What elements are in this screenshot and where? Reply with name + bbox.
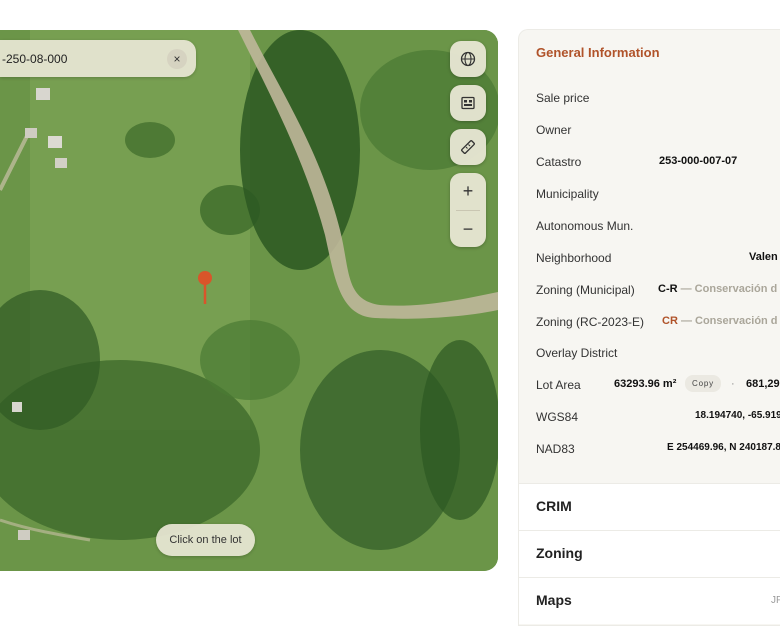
info-row-lot-area: Lot Area 63293.96 m² Copy · 681,29: [536, 375, 780, 398]
click-lot-hint: Click on the lot: [156, 524, 255, 556]
row-label: NAD83: [536, 442, 575, 456]
row-label: Autonomous Mun.: [536, 219, 634, 233]
info-row-sale-price: Sale price: [536, 91, 780, 111]
zoning-description: — Conservación d: [680, 283, 778, 295]
section-zoning[interactable]: Zoning: [519, 530, 780, 577]
measure-button[interactable]: [450, 129, 486, 165]
search-field[interactable]: -250-08-000 ×: [0, 40, 196, 77]
catastro-value: 253-000-007-07: [659, 155, 738, 167]
info-panel: General Information Sale price Owner Cat…: [518, 29, 780, 626]
info-row-neighborhood: Neighborhood Valen: [536, 251, 780, 271]
section-subtitle: JF: [771, 595, 780, 606]
row-label: WGS84: [536, 410, 579, 424]
row-label: Zoning (Municipal): [536, 283, 635, 297]
panel-title: General Information: [536, 45, 660, 60]
info-row-owner: Owner: [536, 123, 780, 143]
section-title: CRIM: [536, 498, 572, 514]
wgs84-value: 18.194740, -65.919: [695, 410, 780, 421]
location-pin-icon: [198, 271, 212, 304]
row-label: Neighborhood: [536, 251, 612, 265]
zoning-municipal-value: C-R — Conservación d: [658, 283, 777, 295]
zoning-code: C-R: [658, 283, 678, 295]
search-value[interactable]: -250-08-000: [2, 52, 167, 66]
section-crim[interactable]: CRIM: [519, 483, 780, 530]
row-label: Lot Area: [536, 378, 581, 392]
lot-area-alt-value: 681,29: [746, 378, 780, 390]
info-row-overlay: Overlay District: [536, 346, 780, 366]
info-row-municipality: Municipality: [536, 187, 780, 207]
info-row-zoning-municipal: Zoning (Municipal) C-R — Conservación d: [536, 283, 780, 303]
info-row-wgs84: WGS84 18.194740, -65.919: [536, 410, 780, 430]
ruler-icon: [461, 140, 475, 154]
copy-button[interactable]: Copy: [685, 375, 721, 392]
row-label: Sale price: [536, 91, 590, 105]
row-label: Owner: [536, 123, 572, 137]
zoning-description: — Conservación d: [680, 315, 778, 327]
nad83-value: E 254469.96, N 240187.8: [667, 442, 780, 453]
satellite-imagery: [0, 30, 498, 571]
lot-area-value: 63293.96 m²: [614, 378, 677, 390]
section-title: Zoning: [536, 545, 583, 561]
layers-icon: [461, 96, 475, 110]
section-maps[interactable]: Maps JF: [519, 577, 780, 624]
row-label: Municipality: [536, 187, 599, 201]
zoom-out-button[interactable]: −: [450, 211, 486, 248]
row-label: Zoning (RC-2023-E): [536, 315, 645, 329]
neighborhood-value: Valen: [749, 251, 778, 263]
info-row-zoning-rc: Zoning (RC-2023-E) CR — Conservación d: [536, 315, 780, 335]
zoom-controls: + −: [450, 173, 486, 247]
satellite-map[interactable]: -250-08-000 × + − Click on the lot: [0, 30, 498, 571]
info-row-nad83: NAD83 E 254469.96, N 240187.8: [536, 442, 780, 462]
info-row-autonomous-mun: Autonomous Mun.: [536, 219, 780, 239]
zoom-in-button[interactable]: +: [450, 173, 486, 210]
clear-search-button[interactable]: ×: [167, 48, 187, 69]
section-title: Maps: [536, 592, 572, 608]
layers-button[interactable]: [450, 85, 486, 121]
globe-icon: [460, 51, 476, 67]
zoning-rc-value: CR — Conservación d: [662, 315, 778, 327]
row-label: Catastro: [536, 155, 582, 169]
separator-dot: ·: [731, 378, 735, 390]
globe-button[interactable]: [450, 41, 486, 77]
row-label: Overlay District: [536, 346, 618, 360]
zoning-code: CR: [662, 315, 678, 327]
info-row-catastro: Catastro 253-000-007-07: [536, 155, 780, 175]
